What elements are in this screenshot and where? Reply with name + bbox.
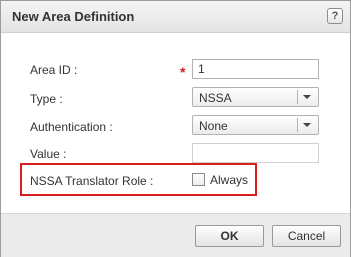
required-asterisk: *: [180, 64, 186, 80]
select-divider: [297, 90, 298, 104]
type-selected-value: NSSA: [199, 91, 232, 105]
area-id-input[interactable]: 1: [192, 59, 319, 79]
ok-button[interactable]: OK: [195, 225, 264, 247]
authentication-label: Authentication :: [30, 120, 113, 134]
value-input[interactable]: [192, 143, 319, 163]
cancel-button[interactable]: Cancel: [272, 225, 341, 247]
dialog-titlebar: New Area Definition ?: [1, 1, 350, 33]
chevron-down-icon[interactable]: [303, 123, 311, 127]
always-checkbox[interactable]: [192, 173, 205, 186]
area-id-label: Area ID :: [30, 63, 78, 77]
type-select[interactable]: NSSA: [192, 87, 319, 107]
authentication-select[interactable]: None: [192, 115, 319, 135]
dialog-footer: OK Cancel: [1, 213, 350, 257]
type-label: Type :: [30, 92, 63, 106]
select-divider: [297, 118, 298, 132]
authentication-selected-value: None: [199, 119, 228, 133]
chevron-down-icon[interactable]: [303, 95, 311, 99]
help-icon[interactable]: ?: [327, 8, 343, 24]
new-area-dialog: New Area Definition ? Area ID : * 1 Type…: [0, 0, 351, 257]
dialog-title: New Area Definition: [12, 9, 135, 24]
nssa-translator-role-label: NSSA Translator Role :: [30, 174, 154, 188]
always-checkbox-label[interactable]: Always: [210, 173, 248, 187]
value-label: Value :: [30, 147, 67, 161]
